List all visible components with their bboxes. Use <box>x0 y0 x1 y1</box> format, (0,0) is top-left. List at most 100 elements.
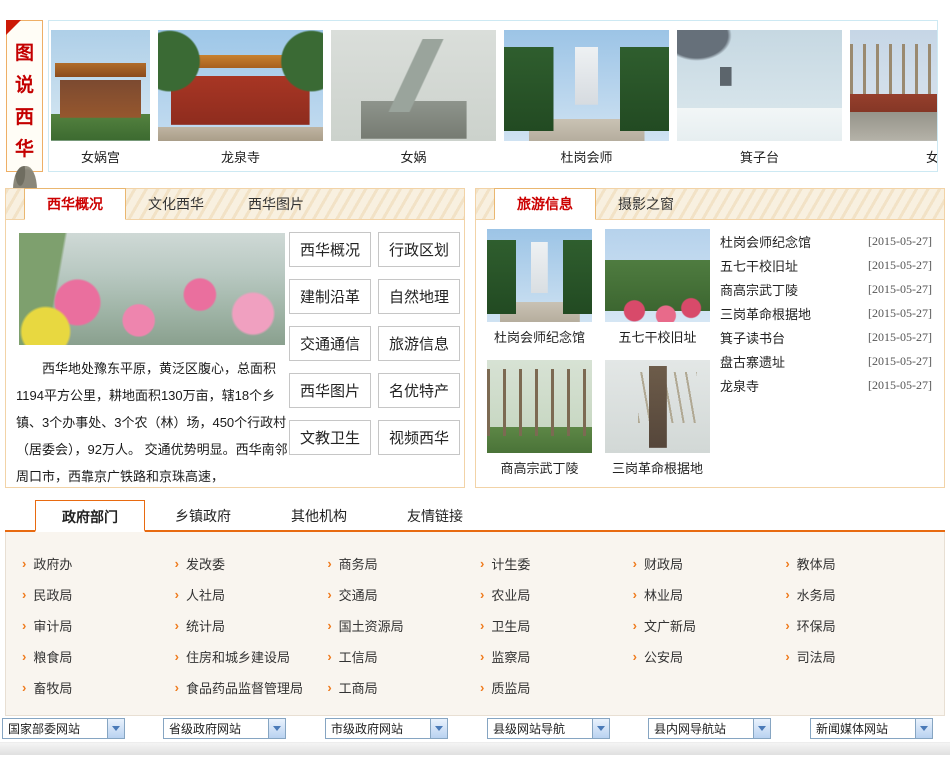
dept-link[interactable]: ›人社局 <box>175 585 328 604</box>
chevron-down-icon[interactable] <box>107 719 124 738</box>
dept-link[interactable]: ›交通局 <box>327 585 480 604</box>
tab-culture-xihua[interactable]: 文化西华 <box>126 189 226 219</box>
gallery-item: 龙泉寺 <box>158 30 323 171</box>
news-link[interactable]: 五七干校旧址 <box>720 256 798 275</box>
tab-photography-window[interactable]: 摄影之窗 <box>596 189 696 219</box>
tab-government-departments[interactable]: 政府部门 <box>35 500 145 532</box>
chevron-down-icon[interactable] <box>753 719 770 738</box>
dept-link[interactable]: ›财政局 <box>633 554 786 573</box>
button-famous-products[interactable]: 名优特产 <box>378 373 460 408</box>
travel-photo-sangang-base[interactable] <box>605 360 710 453</box>
tab-friendly-links[interactable]: 友情链接 <box>377 500 493 530</box>
news-item: 杜岗会师纪念馆 [2015-05-27] <box>720 229 932 253</box>
dept-link[interactable]: ›农业局 <box>480 585 633 604</box>
button-natural-geography[interactable]: 自然地理 <box>378 279 460 314</box>
select-news-media-sites[interactable]: 新闻媒体网站 <box>810 718 933 739</box>
button-transport-communication[interactable]: 交通通信 <box>289 326 371 361</box>
select-value: 新闻媒体网站 <box>816 720 888 737</box>
dept-link[interactable]: ›发改委 <box>175 554 328 573</box>
gallery-photo-partial[interactable] <box>850 30 938 141</box>
picture-xihua-banner: 图 说 西 华 <box>6 20 43 172</box>
dept-link[interactable]: ›教体局 <box>785 554 938 573</box>
dept-link[interactable]: ›食品药品监督管理局 <box>175 678 328 697</box>
chevron-down-icon[interactable] <box>915 719 932 738</box>
dept-link[interactable]: ›民政局 <box>22 585 175 604</box>
banner-title: 图 说 西 华 <box>7 38 42 161</box>
button-history[interactable]: 建制沿革 <box>289 279 371 314</box>
gallery-photo-nuwa-palace[interactable] <box>51 30 150 141</box>
tab-township-governments[interactable]: 乡镇政府 <box>145 500 261 530</box>
dept-link[interactable]: ›水务局 <box>785 585 938 604</box>
dept-link[interactable]: ›监察局 <box>480 647 633 666</box>
dept-link[interactable]: ›国土资源局 <box>327 616 480 635</box>
dept-link[interactable]: ›工信局 <box>327 647 480 666</box>
footer-divider-bar <box>0 742 950 755</box>
dept-link[interactable]: › 统计局 <box>175 616 328 635</box>
news-link[interactable]: 盘古寨遗址 <box>720 352 785 371</box>
gallery-photo-nuwa-statue[interactable] <box>331 30 496 141</box>
arrow-icon: › <box>633 588 637 601</box>
gallery-photo-longquan-temple[interactable] <box>158 30 323 141</box>
gallery-photo-dugang-monument[interactable] <box>504 30 669 141</box>
dept-link[interactable]: › 质监局 <box>480 678 633 697</box>
chevron-down-icon[interactable] <box>592 719 609 738</box>
dept-link[interactable]: ›商务局 <box>327 554 480 573</box>
select-provincial-gov-sites[interactable]: 省级政府网站 <box>163 718 286 739</box>
arrow-icon: › <box>480 681 484 694</box>
dept-link[interactable]: ›卫生局 <box>480 616 633 635</box>
button-travel-info[interactable]: 旅游信息 <box>378 326 460 361</box>
dept-link[interactable]: ›司法局 <box>785 647 938 666</box>
select-value: 省级政府网站 <box>169 720 241 737</box>
dept-link-label: 统计局 <box>186 616 225 635</box>
select-national-ministry-sites[interactable]: 国家部委网站 <box>2 718 125 739</box>
chevron-down-icon[interactable] <box>430 719 447 738</box>
overview-photo-peach-river[interactable] <box>19 233 285 345</box>
dept-link[interactable]: ›林业局 <box>633 585 786 604</box>
travel-photo-wuding-tomb[interactable] <box>487 360 592 453</box>
banner-char: 西 <box>15 102 34 129</box>
dept-link[interactable]: ›粮食局 <box>22 647 175 666</box>
arrow-icon: › <box>327 619 331 632</box>
gallery-caption: 杜岗会师 <box>504 147 669 166</box>
dept-link[interactable]: ›文广新局 <box>633 616 786 635</box>
dept-link[interactable]: ›畜牧局 <box>22 678 175 697</box>
news-link[interactable]: 商高宗武丁陵 <box>720 280 798 299</box>
button-video-xihua[interactable]: 视频西华 <box>378 420 460 455</box>
button-xihua-pictures[interactable]: 西华图片 <box>289 373 371 408</box>
dept-link-label: 财政局 <box>644 554 683 573</box>
tab-other-agencies[interactable]: 其他机构 <box>261 500 377 530</box>
travel-photo-dugang-memorial[interactable] <box>487 229 592 322</box>
select-city-gov-sites[interactable]: 市级政府网站 <box>325 718 448 739</box>
news-link[interactable]: 龙泉寺 <box>720 376 759 395</box>
dept-link[interactable]: ›政府办 <box>22 554 175 573</box>
travel-photo-wuqi-school-site[interactable] <box>605 229 710 322</box>
chevron-down-icon[interactable] <box>268 719 285 738</box>
dept-link[interactable]: ›审计局 <box>22 616 175 635</box>
dept-link[interactable]: ›工商局 <box>327 678 480 697</box>
dept-link-label: 质监局 <box>491 678 530 697</box>
select-county-intranet-nav[interactable]: 县内网导航站 <box>648 718 771 739</box>
dept-link-label: 粮食局 <box>33 647 72 666</box>
select-county-site-nav[interactable]: 县级网站导航 <box>487 718 610 739</box>
news-link[interactable]: 杜岗会师纪念馆 <box>720 232 811 251</box>
tab-xihua-overview[interactable]: 西华概况 <box>24 188 126 220</box>
gallery-photo-jizitai[interactable] <box>677 30 842 141</box>
arrow-icon: › <box>633 619 637 632</box>
news-link[interactable]: 三岗革命根据地 <box>720 304 811 323</box>
dept-link-label: 监察局 <box>491 647 530 666</box>
button-culture-education-health[interactable]: 文教卫生 <box>289 420 371 455</box>
news-link[interactable]: 箕子读书台 <box>720 328 785 347</box>
travel-photo-item: 杜岗会师纪念馆 <box>487 229 592 346</box>
news-item: 商高宗武丁陵 [2015-05-27] <box>720 277 932 301</box>
tab-travel-info[interactable]: 旅游信息 <box>494 188 596 220</box>
news-item: 三岗革命根据地 [2015-05-27] <box>720 301 932 325</box>
gallery-item: 箕子台 <box>677 30 842 171</box>
dept-link[interactable]: ›环保局 <box>785 616 938 635</box>
dept-link[interactable]: ›住房和城乡建设局 <box>175 647 328 666</box>
button-administrative-divisions[interactable]: 行政区划 <box>378 232 460 267</box>
dept-link[interactable]: ›计生委 <box>480 554 633 573</box>
button-xihua-overview[interactable]: 西华概况 <box>289 232 371 267</box>
tab-xihua-pictures[interactable]: 西华图片 <box>226 189 326 219</box>
dept-link[interactable]: ›公安局 <box>633 647 786 666</box>
travel-photo-item: 商高宗武丁陵 <box>487 360 592 477</box>
